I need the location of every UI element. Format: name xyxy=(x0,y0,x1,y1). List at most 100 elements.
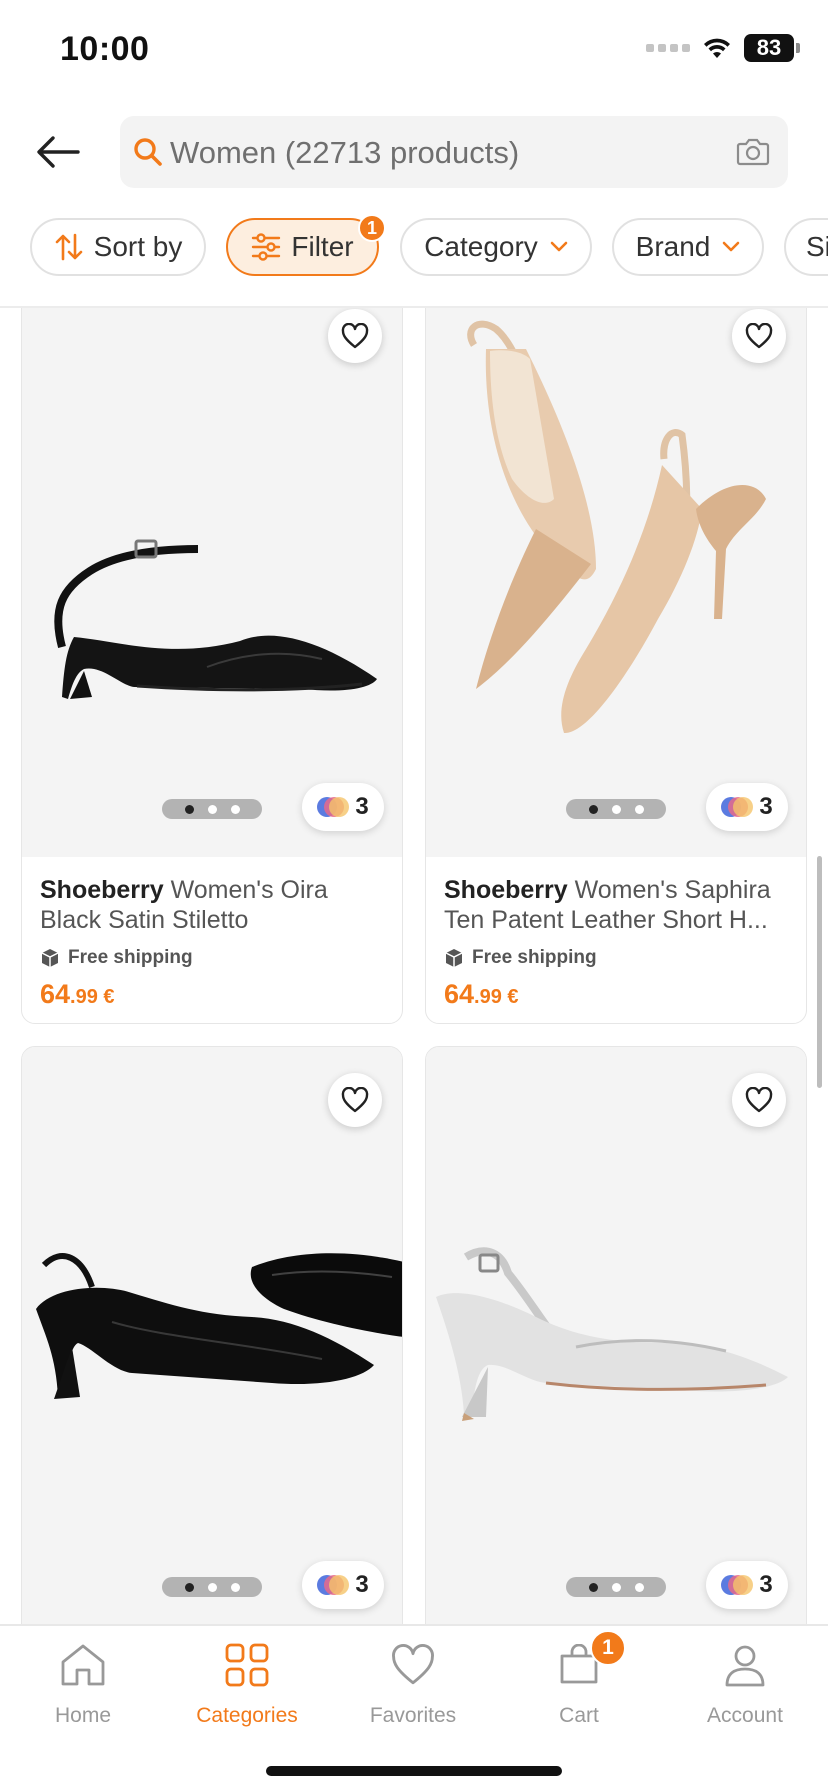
product-image[interactable] xyxy=(426,308,806,857)
black-patent-slingback-image xyxy=(36,1253,402,1399)
image-pagination xyxy=(566,1577,666,1597)
nav-favorites[interactable]: Favorites xyxy=(338,1640,488,1740)
sort-by-label: Sort by xyxy=(93,231,183,262)
product-grid: 3 Shoeberry Women's Oira Black Satin Sti… xyxy=(0,308,828,1624)
cart-icon: 1 xyxy=(554,1630,626,1690)
product-price: 64.99 € xyxy=(40,979,388,1010)
shipping-label: Free shipping xyxy=(472,947,597,968)
back-arrow-icon xyxy=(37,136,80,168)
home-indicator xyxy=(266,1766,562,1776)
color-count: 3 xyxy=(355,793,369,820)
camera-icon[interactable] xyxy=(736,136,770,166)
back-button[interactable] xyxy=(36,130,86,174)
scrollbar[interactable] xyxy=(817,856,822,1088)
size-chip[interactable]: Si xyxy=(784,218,828,276)
nav-account[interactable]: Account xyxy=(670,1640,820,1740)
heart-icon xyxy=(341,323,369,349)
filter-chip[interactable]: Filter xyxy=(226,218,379,276)
color-variants-badge[interactable]: 3 xyxy=(706,1561,788,1609)
filter-label: Filter xyxy=(291,231,354,262)
price-integer: 64 xyxy=(444,979,475,1009)
box-icon xyxy=(445,949,463,967)
home-icon xyxy=(58,1640,108,1690)
color-variants-badge[interactable]: 3 xyxy=(706,783,788,831)
category-chip[interactable]: Category xyxy=(400,218,592,276)
image-pagination xyxy=(566,799,666,819)
nav-categories-label: Categories xyxy=(196,1704,298,1727)
brand-chip[interactable]: Brand xyxy=(612,218,764,276)
categories-icon xyxy=(222,1640,272,1690)
size-label: Si xyxy=(806,231,828,262)
product-card[interactable]: 3 xyxy=(21,1046,403,1624)
search-input[interactable]: Women (22713 products) xyxy=(120,116,788,188)
status-bar: 10:00 83 xyxy=(0,0,828,100)
color-variants-badge[interactable]: 3 xyxy=(302,783,384,831)
cart-count-badge: 1 xyxy=(590,1630,626,1666)
nav-cart-label: Cart xyxy=(559,1704,599,1727)
filter-count-badge: 1 xyxy=(358,214,386,242)
search-icon xyxy=(134,138,162,166)
nav-favorites-label: Favorites xyxy=(369,1704,457,1727)
search-query: Women (22713 products) xyxy=(170,135,520,170)
box-icon xyxy=(41,949,59,967)
silver-slingback-image xyxy=(436,1247,788,1421)
account-icon xyxy=(720,1640,770,1690)
product-image[interactable] xyxy=(22,308,402,857)
product-brand: Shoeberry xyxy=(444,876,568,904)
status-time: 10:00 xyxy=(60,30,150,68)
nude-slingback-image xyxy=(467,320,766,734)
free-shipping-tag: Free shipping xyxy=(444,947,792,969)
favorite-button[interactable] xyxy=(328,1073,382,1127)
heart-icon xyxy=(745,323,773,349)
nav-categories[interactable]: Categories xyxy=(172,1640,322,1740)
shipping-label: Free shipping xyxy=(68,947,193,968)
product-image[interactable] xyxy=(426,1047,806,1624)
sort-by-chip[interactable]: Sort by xyxy=(30,218,206,276)
favorite-button[interactable] xyxy=(732,309,786,363)
image-pagination xyxy=(162,1577,262,1597)
color-swatch-icon xyxy=(317,1575,350,1595)
favorite-button[interactable] xyxy=(732,1073,786,1127)
color-count: 3 xyxy=(759,793,773,820)
filter-icon xyxy=(251,233,281,261)
status-indicators: 83 xyxy=(646,34,800,62)
product-card[interactable]: 3 Shoeberry Women's Oira Black Satin Sti… xyxy=(21,308,403,1024)
image-pagination xyxy=(162,799,262,819)
product-info: Shoeberry Women's Saphira Ten Patent Lea… xyxy=(444,875,792,1010)
color-swatch-icon xyxy=(721,797,754,817)
nav-home-label: Home xyxy=(54,1704,112,1727)
heart-icon xyxy=(388,1640,438,1690)
product-card[interactable]: 3 xyxy=(425,1046,807,1624)
product-info: Shoeberry Women's Oira Black Satin Stile… xyxy=(40,875,388,1010)
nav-home[interactable]: Home xyxy=(8,1640,158,1740)
price-decimal: .99 € xyxy=(70,986,115,1008)
nav-account-label: Account xyxy=(707,1704,783,1727)
battery-indicator: 83 xyxy=(744,34,800,62)
brand-label: Brand xyxy=(635,231,711,262)
black-stiletto-image xyxy=(54,539,377,699)
price-decimal: .99 € xyxy=(474,986,519,1008)
color-swatch-icon xyxy=(317,797,350,817)
chevron-down-icon xyxy=(722,241,740,253)
sort-icon xyxy=(54,232,84,262)
price-integer: 64 xyxy=(40,979,71,1009)
product-card[interactable]: 3 Shoeberry Women's Saphira Ten Patent L… xyxy=(425,308,807,1024)
nav-cart[interactable]: 1 Cart xyxy=(504,1630,654,1740)
product-brand: Shoeberry xyxy=(40,876,164,904)
product-price: 64.99 € xyxy=(444,979,792,1010)
color-variants-badge[interactable]: 3 xyxy=(302,1561,384,1609)
wifi-icon xyxy=(704,38,730,58)
free-shipping-tag: Free shipping xyxy=(40,947,388,969)
color-count: 3 xyxy=(355,1571,369,1598)
product-title: Shoeberry Women's Saphira Ten Patent Lea… xyxy=(444,875,792,935)
product-title: Shoeberry Women's Oira Black Satin Stile… xyxy=(40,875,388,935)
heart-icon xyxy=(341,1087,369,1113)
color-swatch-icon xyxy=(721,1575,754,1595)
product-image[interactable] xyxy=(22,1047,402,1624)
color-count: 3 xyxy=(759,1571,773,1598)
search-header: Women (22713 products) xyxy=(0,114,828,190)
filter-chips: Sort by Filter Category Brand Si xyxy=(0,218,828,278)
favorite-button[interactable] xyxy=(328,309,382,363)
heart-icon xyxy=(745,1087,773,1113)
category-label: Category xyxy=(424,231,538,262)
